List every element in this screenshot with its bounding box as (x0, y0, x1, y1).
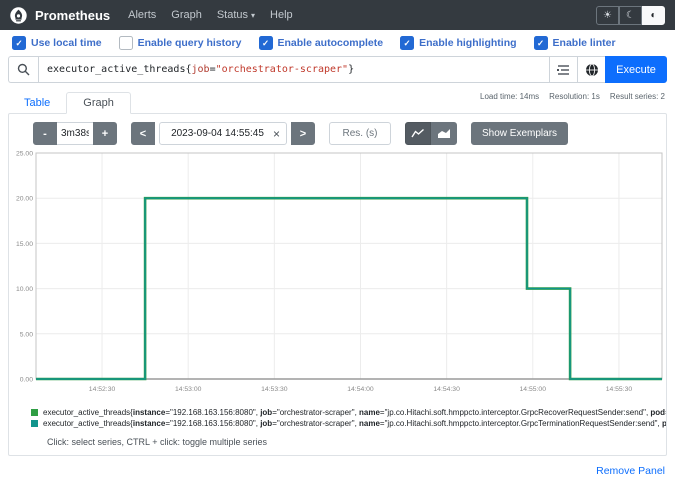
range-input[interactable] (57, 122, 93, 145)
show-exemplars-button[interactable]: Show Exemplars (471, 122, 568, 145)
legend-item[interactable]: executor_active_threads{instance="192.16… (31, 419, 666, 428)
light-theme-icon[interactable]: ☀ (596, 6, 619, 25)
query-expression-input[interactable]: executor_active_threads{job="orchestrato… (38, 56, 549, 83)
nav-menu: Alerts Graph Status▾ Help (128, 9, 293, 21)
graph-controls: - + < 2023-09-04 14:55:45 × > (9, 114, 666, 149)
chart-type-toggle (405, 122, 457, 145)
stacked-chart-icon[interactable] (431, 122, 457, 145)
checked-icon: ✓ (400, 36, 414, 50)
tab-table[interactable]: Table (8, 93, 66, 113)
nav-item-status[interactable]: Status▾ (217, 9, 255, 21)
svg-text:15.00: 15.00 (16, 241, 33, 248)
checked-icon: ✓ (534, 36, 548, 50)
svg-text:25.00: 25.00 (16, 151, 33, 158)
legend-item[interactable]: executor_active_threads{instance="192.16… (31, 408, 666, 417)
checked-icon: ✓ (259, 36, 273, 50)
svg-text:14:55:30: 14:55:30 (606, 386, 633, 393)
checkbox-enable-query-history[interactable]: Enable query history (119, 36, 242, 50)
next-time-button[interactable]: > (291, 122, 315, 145)
checked-icon: ✓ (12, 36, 26, 50)
chart-legend: executor_active_threads{instance="192.16… (9, 402, 666, 428)
svg-text:14:55:00: 14:55:00 (520, 386, 547, 393)
svg-text:14:54:00: 14:54:00 (347, 386, 374, 393)
time-series-chart[interactable]: 0.00 5.00 10.00 15.00 20.00 25.00 14:52:30 14:5… (9, 149, 666, 402)
search-icon (8, 56, 38, 83)
svg-text:14:53:00: 14:53:00 (175, 386, 202, 393)
query-options-globe-icon[interactable] (577, 56, 605, 83)
line-chart-icon[interactable] (405, 122, 431, 145)
unchecked-icon (119, 36, 133, 50)
checkbox-enable-autocomplete[interactable]: ✓Enable autocomplete (259, 36, 384, 50)
resolution-input[interactable] (329, 122, 391, 145)
query-bar: executor_active_threads{job="orchestrato… (8, 56, 667, 83)
svg-text:5.00: 5.00 (20, 331, 33, 338)
end-time-value[interactable]: 2023-09-04 14:55:45 (166, 128, 269, 139)
end-time-input[interactable]: 2023-09-04 14:55:45 × (159, 122, 287, 145)
tab-graph[interactable]: Graph (66, 92, 131, 114)
resolution: Resolution: 1s (549, 92, 600, 101)
panel-footer: Remove Panel (0, 456, 675, 479)
query-stats: Load time: 14ms Resolution: 1s Result se… (480, 92, 665, 101)
series-color-swatch (31, 420, 38, 427)
prometheus-app: Prometheus Alerts Graph Status▾ Help ☀☾◐ ✓U… (0, 0, 675, 479)
checkbox-enable-linter[interactable]: ✓Enable linter (534, 36, 616, 50)
time-picker: < 2023-09-04 14:55:45 × > (131, 122, 315, 145)
checkbox-enable-highlighting[interactable]: ✓Enable highlighting (400, 36, 516, 50)
prometheus-logo-icon (10, 7, 27, 24)
brand[interactable]: Prometheus (35, 8, 110, 23)
metrics-explorer-icon[interactable] (549, 56, 577, 83)
clear-time-icon[interactable]: × (269, 127, 280, 141)
duration-stepper: - + (33, 122, 117, 145)
decrease-range-button[interactable]: - (33, 122, 57, 145)
nav-item-alerts[interactable]: Alerts (128, 9, 156, 21)
checkbox-use-local-time[interactable]: ✓Use local time (12, 36, 102, 50)
remove-panel-link[interactable]: Remove Panel (596, 465, 665, 477)
nav-item-graph[interactable]: Graph (171, 9, 202, 21)
theme-toggle-group: ☀☾◐ (596, 6, 665, 25)
load-time: Load time: 14ms (480, 92, 539, 101)
nav-item-help[interactable]: Help (270, 9, 293, 21)
increase-range-button[interactable]: + (93, 122, 117, 145)
svg-text:0.00: 0.00 (20, 377, 33, 384)
prev-time-button[interactable]: < (131, 122, 155, 145)
tabs-row: Table Graph Load time: 14ms Resolution: … (0, 89, 675, 113)
svg-text:14:52:30: 14:52:30 (89, 386, 116, 393)
auto-theme-icon[interactable]: ◐ (642, 6, 665, 25)
graph-panel: - + < 2023-09-04 14:55:45 × > (8, 113, 667, 456)
svg-text:10.00: 10.00 (16, 286, 33, 293)
svg-text:14:54:30: 14:54:30 (433, 386, 460, 393)
top-navbar: Prometheus Alerts Graph Status▾ Help ☀☾◐ (0, 0, 675, 30)
svg-text:14:53:30: 14:53:30 (261, 386, 288, 393)
legend-hint: Click: select series, CTRL + click: togg… (9, 430, 666, 455)
options-row: ✓Use local time Enable query history ✓Enab… (0, 30, 675, 54)
execute-button[interactable]: Execute (605, 56, 667, 83)
dark-theme-icon[interactable]: ☾ (619, 6, 642, 25)
result-series: Result series: 2 (610, 92, 665, 101)
svg-text:20.00: 20.00 (16, 196, 33, 203)
series-color-swatch (31, 409, 38, 416)
